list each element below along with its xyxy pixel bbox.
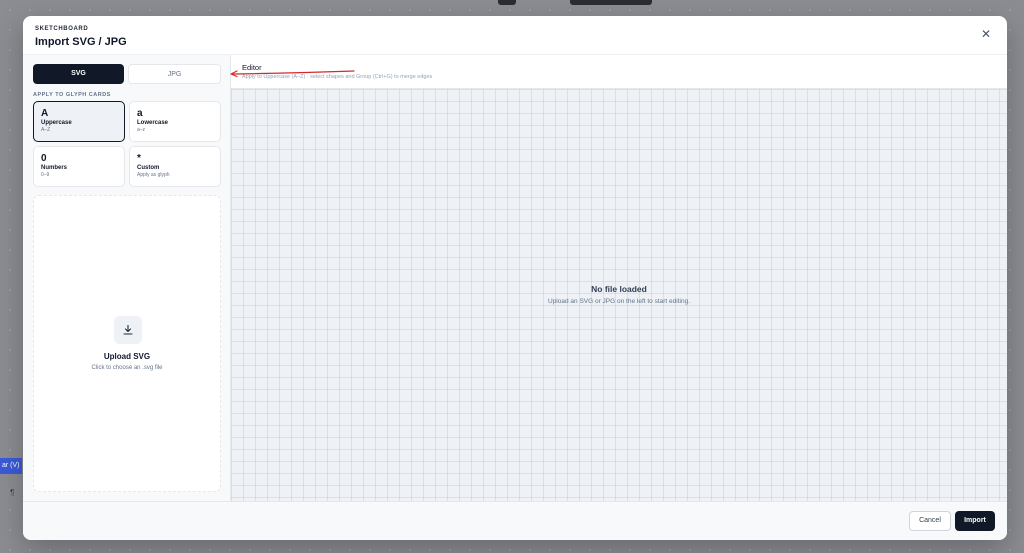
upload-title: Upload SVG <box>103 352 151 361</box>
glyph-card-name: Numbers <box>41 165 68 171</box>
close-icon[interactable]: ✕ <box>979 27 993 41</box>
glyph-card-numbers[interactable]: 0 Numbers 0–9 <box>33 146 125 187</box>
format-toggle: SVG JPG <box>33 64 221 84</box>
glyph-card-char: A <box>41 108 49 119</box>
glyph-card-range: a–z <box>137 127 146 133</box>
import-modal: SKETCHBOARD Import SVG / JPG ✕ SVG JPG A… <box>23 16 1007 540</box>
background-side-tab: ar (V) <box>0 458 22 474</box>
glyph-card-char: a <box>137 108 143 119</box>
glyph-card-name: Uppercase <box>41 120 72 126</box>
annotation-arrow-icon <box>230 70 355 78</box>
background-toolbar-button <box>570 0 652 5</box>
glyph-card-char: * <box>137 153 141 164</box>
glyph-card-range: A–Z <box>41 127 51 133</box>
glyph-card-grid: A Uppercase A–Z a Lowercase a–z 0 Number… <box>33 101 221 187</box>
upload-subtitle: Click to choose an .svg file <box>91 365 163 371</box>
format-tab-svg[interactable]: SVG <box>33 64 124 84</box>
empty-state-title: No file loaded <box>591 284 647 294</box>
editor-canvas[interactable]: No file loaded Upload an SVG or JPG on t… <box>231 89 1007 501</box>
glyph-card-uppercase[interactable]: A Uppercase A–Z <box>33 101 125 142</box>
background-toolbar-button <box>498 0 516 5</box>
glyph-card-name: Lowercase <box>137 120 169 126</box>
glyph-card-lowercase[interactable]: a Lowercase a–z <box>129 101 221 142</box>
background-toolbar <box>498 0 660 6</box>
glyph-card-range: 0–9 <box>41 172 50 178</box>
format-tab-jpg[interactable]: JPG <box>128 64 221 84</box>
import-options-panel: SVG JPG APPLY TO GLYPH CARDS A Uppercase… <box>23 55 231 501</box>
background-side-glyph: ¶ <box>10 488 15 497</box>
download-icon <box>114 316 142 344</box>
import-button[interactable]: Import <box>955 511 995 531</box>
modal-footer: Cancel Import <box>23 501 1007 540</box>
glyph-card-range: Apply as glyph <box>137 172 170 178</box>
upload-dropzone[interactable]: Upload SVG Click to choose an .svg file <box>33 195 221 492</box>
empty-state-subtitle: Upload an SVG or JPG on the left to star… <box>548 298 690 305</box>
modal-header: SKETCHBOARD Import SVG / JPG ✕ <box>23 16 1007 55</box>
glyph-card-char: 0 <box>41 153 47 164</box>
modal-kicker: SKETCHBOARD <box>35 26 89 32</box>
section-label: APPLY TO GLYPH CARDS <box>33 92 111 98</box>
modal-title: Import SVG / JPG <box>35 36 127 48</box>
cancel-button[interactable]: Cancel <box>909 511 951 531</box>
glyph-card-custom[interactable]: * Custom Apply as glyph <box>129 146 221 187</box>
glyph-card-name: Custom <box>137 165 160 171</box>
